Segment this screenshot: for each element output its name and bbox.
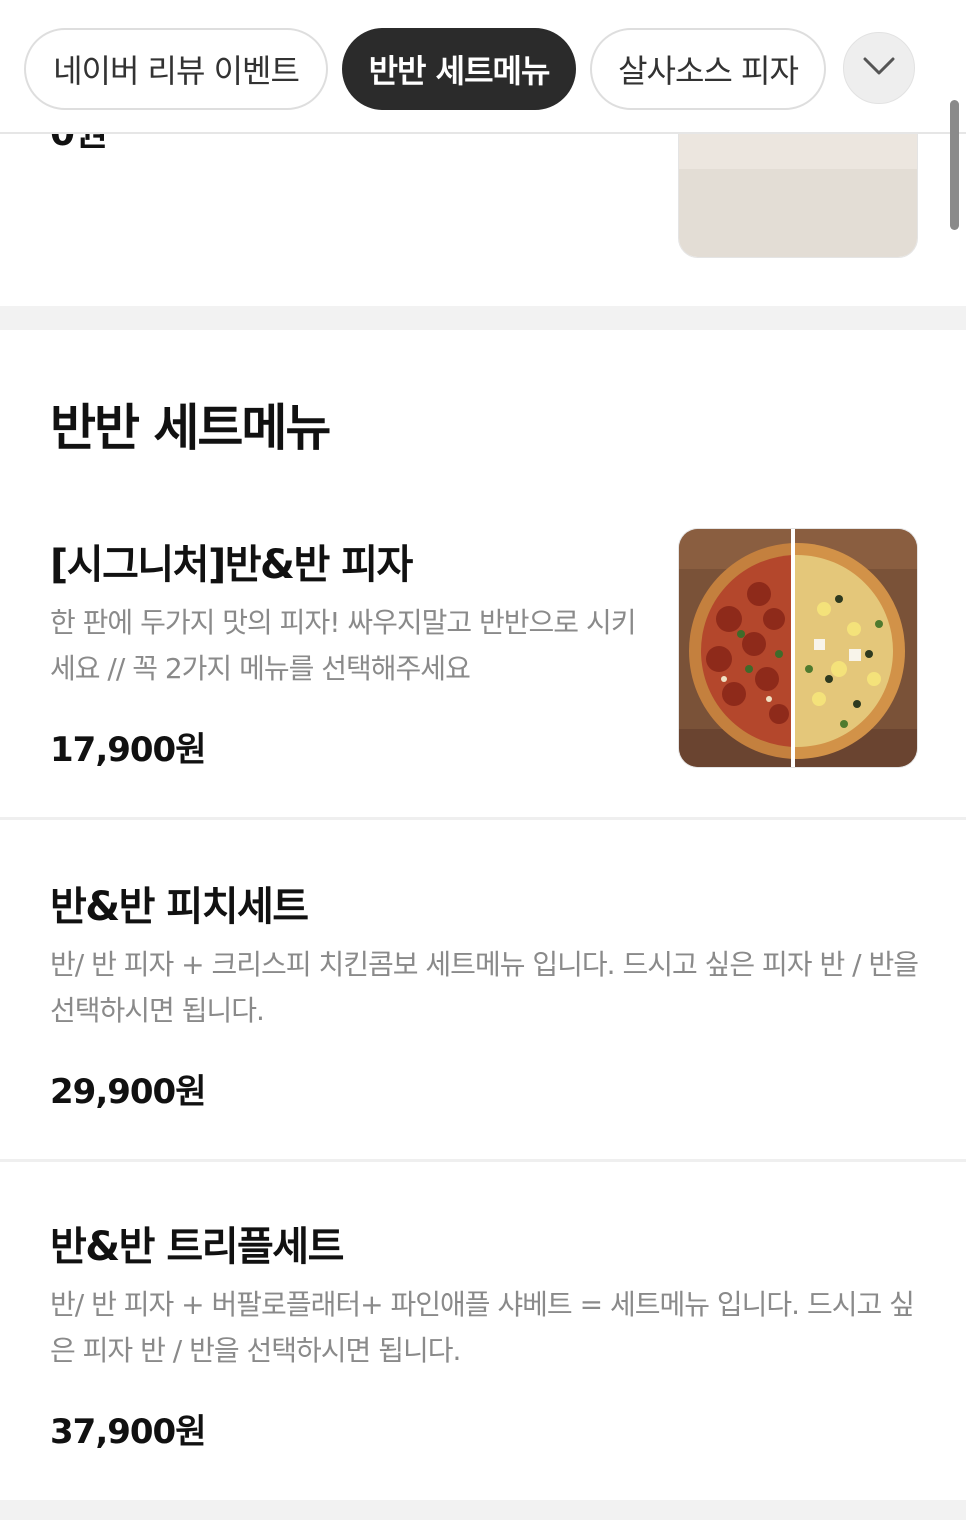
- menu-item-image[interactable]: [678, 528, 918, 768]
- category-tab-bar: 네이버 리뷰 이벤트 반반 세트메뉴 살사소스 피자: [0, 0, 966, 134]
- expand-categories-button[interactable]: [843, 32, 915, 104]
- section-spacer: [0, 1500, 966, 1520]
- scrollbar[interactable]: [950, 100, 959, 230]
- category-tab-half-half-set[interactable]: 반반 세트메뉴: [342, 28, 576, 110]
- menu-page: 0원 네이버 리뷰 이벤트 반반 세트메뉴 살사소스 피자: [0, 0, 966, 1520]
- menu-item-description: 한 판에 두가지 맛의 피자! 싸우지말고 반반으로 시키세요 // 꼭 2가지…: [50, 606, 637, 685]
- menu-item-description: 반/ 반 피자 + 크리스피 치킨콤보 세트메뉴 입니다. 드시고 싶은 피자 …: [50, 948, 919, 1027]
- category-tab-salsa-pizza[interactable]: 살사소스 피자: [590, 28, 826, 110]
- item-divider: [0, 817, 966, 820]
- menu-item-name[interactable]: [시그니처]반&반 피자: [50, 532, 413, 590]
- menu-item-description: 반/ 반 피자 + 버팔로플래터+ 파인애플 샤베트 = 세트메뉴 입니다. 드…: [50, 1288, 915, 1367]
- menu-item-price: 37,900원: [50, 1412, 206, 1452]
- menu-item-name[interactable]: 반&반 피치세트: [50, 874, 309, 932]
- section-title: 반반 세트메뉴: [50, 399, 331, 457]
- item-divider: [0, 1159, 966, 1162]
- menu-item-name[interactable]: 반&반 트리플세트: [50, 1214, 344, 1272]
- menu-item-price: 17,900원: [50, 730, 206, 770]
- menu-item-price: 29,900원: [50, 1072, 206, 1112]
- section-spacer: [0, 306, 966, 330]
- category-tab-naver-review-event[interactable]: 네이버 리뷰 이벤트: [24, 28, 328, 110]
- chevron-down-icon: [862, 56, 896, 80]
